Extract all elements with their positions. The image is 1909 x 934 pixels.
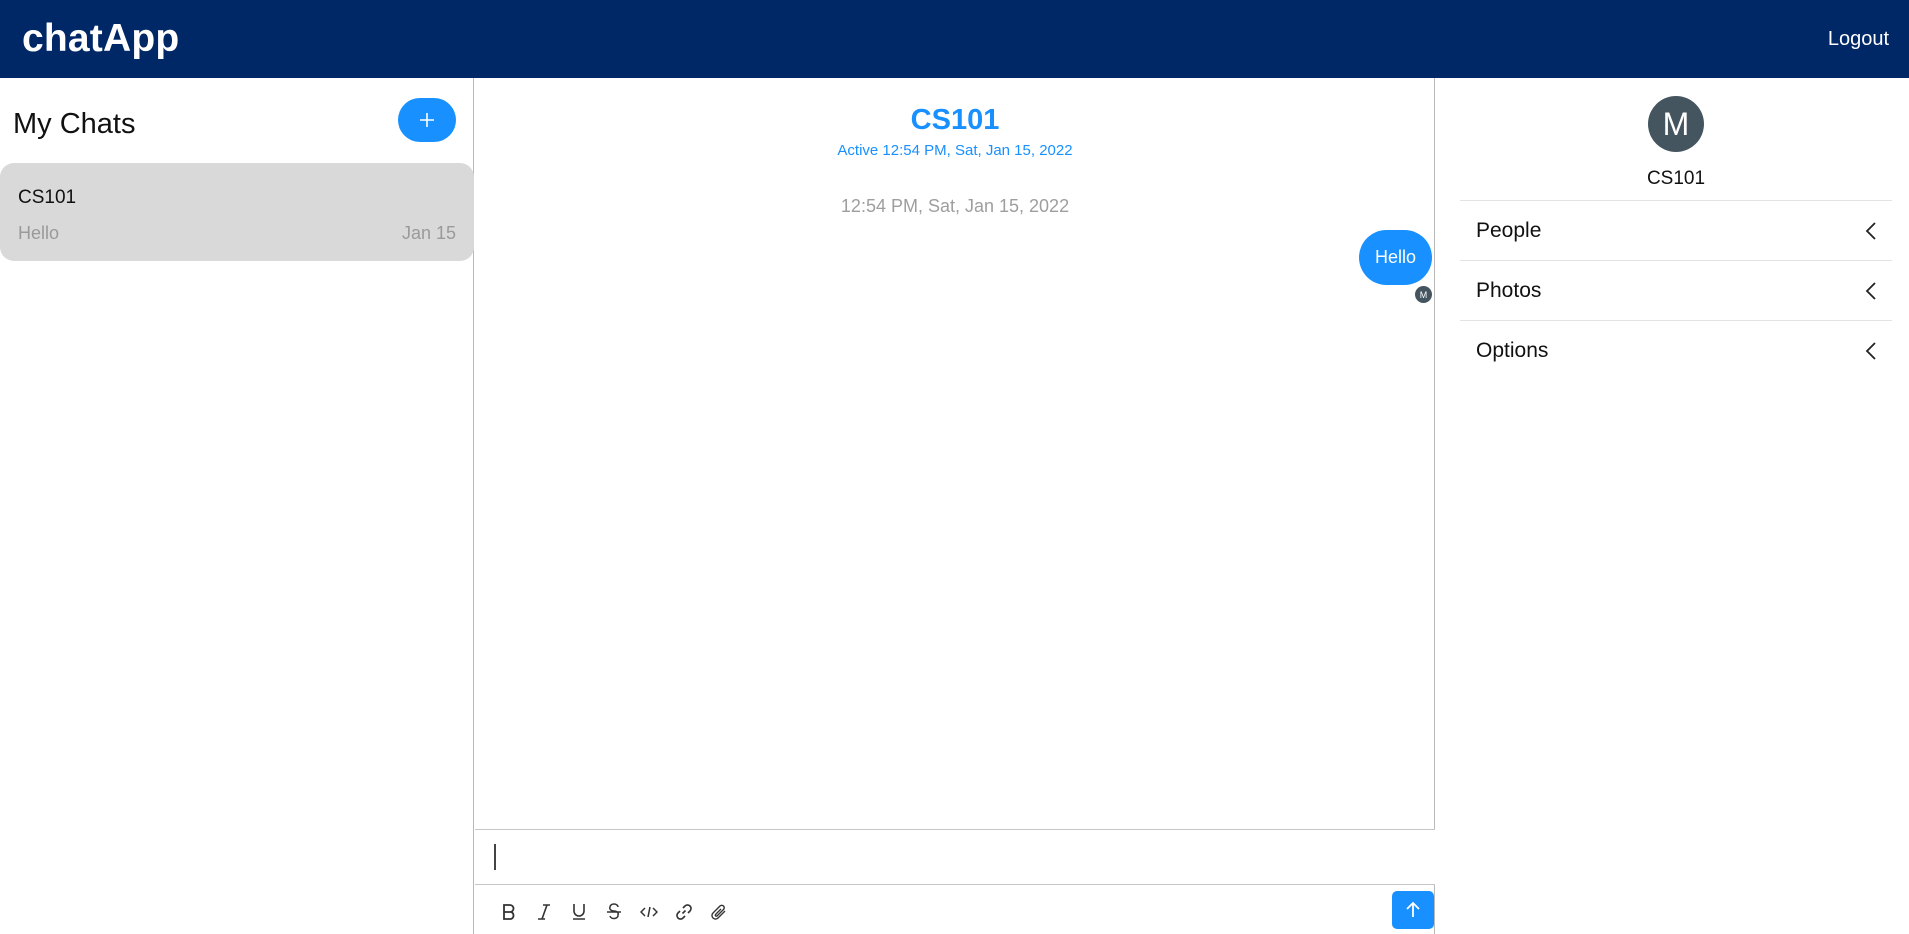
chevron-left-icon <box>1865 282 1876 300</box>
chat-title: CS101 <box>910 104 1000 136</box>
italic-button[interactable] <box>526 897 561 927</box>
message-timestamp: 12:54 PM, Sat, Jan 15, 2022 <box>840 196 1070 216</box>
formatting-toolbar <box>491 897 736 927</box>
read-receipt-avatar: M <box>1415 286 1432 303</box>
chat-name: CS101 <box>18 187 77 208</box>
logout-button[interactable]: Logout <box>1828 28 1889 51</box>
new-chat-button[interactable] <box>398 98 456 142</box>
chat-details-panel: M CS101 People Photos Options <box>1436 78 1909 934</box>
chat-list-item[interactable]: CS101 Hello Jan 15 <box>0 163 474 261</box>
chats-header: My Chats <box>0 78 473 163</box>
code-button[interactable] <box>631 897 666 927</box>
code-icon <box>639 906 658 918</box>
options-label: Options <box>1476 339 1549 362</box>
send-button[interactable] <box>1392 891 1434 929</box>
italic-icon <box>537 904 550 920</box>
attachment-icon <box>710 904 725 920</box>
chat-date: Jan 15 <box>401 223 456 243</box>
people-label: People <box>1476 219 1542 242</box>
top-bar: chatApp Logout <box>0 0 1909 78</box>
link-icon <box>675 904 692 920</box>
message-composer <box>475 829 1435 934</box>
chat-active-status: Active 12:54 PM, Sat, Jan 15, 2022 <box>837 142 1073 159</box>
chat-details-name: CS101 <box>1646 168 1706 189</box>
bold-icon <box>502 904 514 920</box>
people-section[interactable]: People <box>1460 200 1892 260</box>
chevron-left-icon <box>1865 222 1876 240</box>
underline-icon <box>572 904 585 920</box>
bold-button[interactable] <box>491 897 526 927</box>
chevron-left-icon <box>1865 342 1876 360</box>
photos-label: Photos <box>1476 279 1542 302</box>
text-caret <box>494 844 496 870</box>
chat-last-message: Hello <box>18 223 60 243</box>
strikethrough-button[interactable] <box>596 897 631 927</box>
photos-section[interactable]: Photos <box>1460 260 1892 320</box>
chat-avatar: M <box>1648 96 1704 152</box>
strikethrough-icon <box>606 903 621 920</box>
message-input[interactable] <box>475 830 1435 885</box>
arrow-up-icon <box>1406 901 1420 917</box>
link-button[interactable] <box>666 897 701 927</box>
chats-title: My Chats <box>13 108 136 140</box>
my-message-bubble: Hello <box>1358 230 1432 285</box>
underline-button[interactable] <box>561 897 596 927</box>
attach-button[interactable] <box>701 897 736 927</box>
options-section[interactable]: Options <box>1460 320 1892 380</box>
chat-feed: CS101 Active 12:54 PM, Sat, Jan 15, 2022… <box>475 78 1435 934</box>
chats-sidebar: My Chats CS101 Hello Jan 15 <box>0 78 474 934</box>
plus-icon <box>420 113 434 127</box>
app-logo: chatApp <box>22 17 180 60</box>
